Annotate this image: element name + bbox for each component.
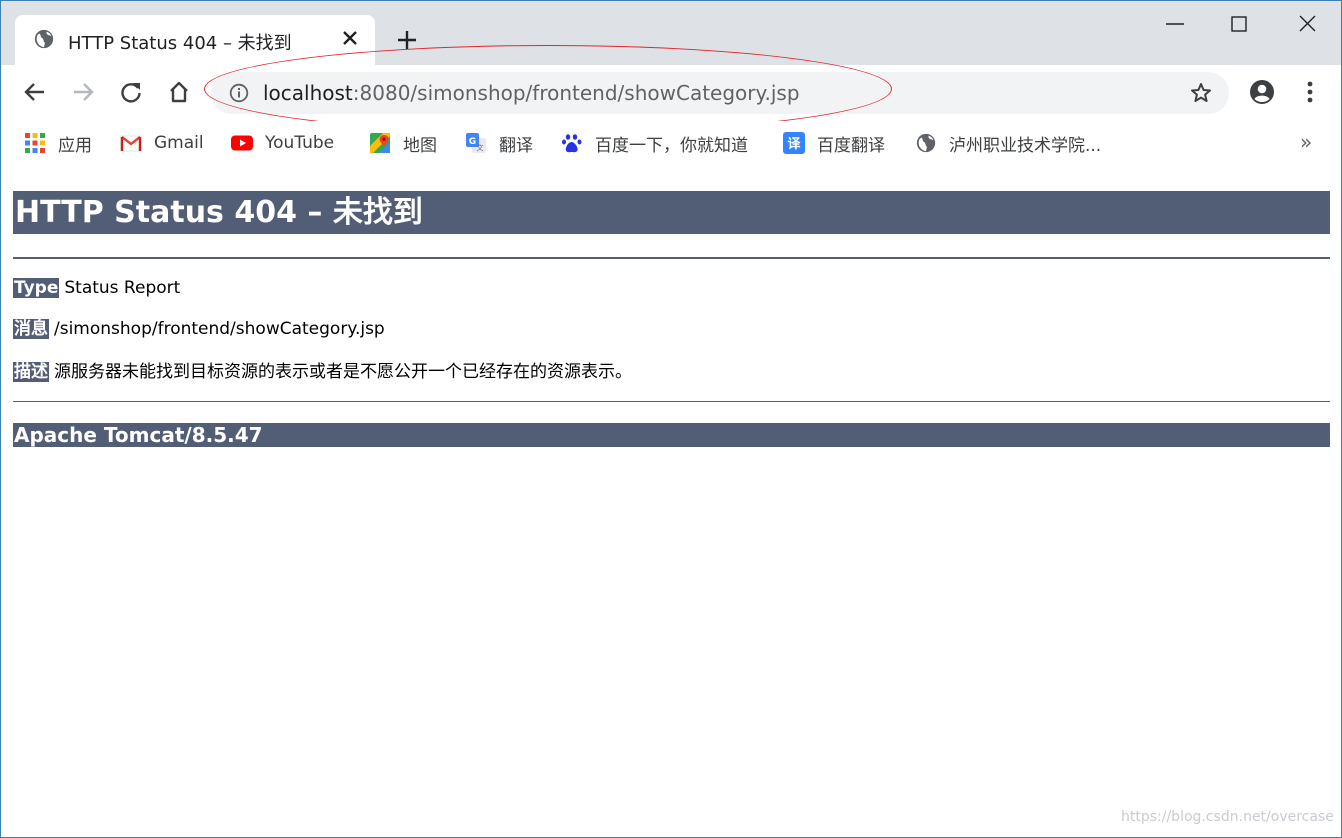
- error-heading: HTTP Status 404 – 未找到: [13, 191, 1330, 234]
- svg-text:G: G: [469, 137, 476, 147]
- youtube-icon: [231, 135, 253, 151]
- globe-icon: [34, 29, 54, 49]
- back-arrow-icon[interactable]: [21, 78, 49, 106]
- message-label: 消息: [13, 319, 49, 339]
- url-host: localhost: [263, 81, 353, 105]
- close-icon[interactable]: [339, 27, 361, 49]
- svg-text:文: 文: [477, 143, 484, 152]
- info-icon[interactable]: [229, 83, 249, 103]
- bookmark-label: YouTube: [265, 133, 335, 153]
- divider-bottom: [13, 401, 1330, 402]
- globe-icon: [916, 133, 936, 153]
- type-value: Status Report: [64, 278, 181, 298]
- description-label: 描述: [13, 362, 49, 382]
- home-icon[interactable]: [165, 78, 193, 106]
- bookmark-label: 应用: [58, 135, 92, 156]
- toolbar: localhost:8080/simonshop/frontend/showCa…: [1, 65, 1341, 121]
- bookmark-label: 百度翻译: [817, 135, 885, 156]
- message-row: 消息/simonshop/frontend/showCategory.jsp: [13, 318, 385, 340]
- bookmark-label: 翻译: [499, 135, 533, 156]
- bookmark-school[interactable]: 泸州职业技术学院...: [915, 130, 1101, 156]
- svg-text:译: 译: [787, 137, 801, 152]
- translate-icon: G 文: [466, 133, 486, 153]
- server-footer: Apache Tomcat/8.5.47: [13, 423, 1330, 447]
- url-path: :8080/simonshop/frontend/showCategory.js…: [352, 81, 800, 105]
- bookmark-apps[interactable]: 应用: [24, 130, 92, 156]
- more-menu-icon[interactable]: [1297, 79, 1323, 105]
- url-text[interactable]: localhost:8080/simonshop/frontend/showCa…: [263, 81, 800, 105]
- tab-title: HTTP Status 404 – 未找到: [68, 33, 292, 54]
- description-row: 描述 源服务器未能找到目标资源的表示或者是不愿公开一个已经存在的资源表示。: [13, 361, 632, 383]
- bookmark-baidu[interactable]: 百度一下，你就知道: [561, 130, 748, 156]
- divider-top: [13, 257, 1330, 259]
- type-row: Type Status Report: [13, 277, 180, 299]
- tab-strip: HTTP Status 404 – 未找到: [1, 1, 1341, 65]
- baidu-translate-icon: 译: [783, 132, 805, 154]
- forward-arrow-icon[interactable]: [69, 78, 97, 106]
- bookmarks-overflow-button[interactable]: »: [1300, 130, 1312, 154]
- maps-icon: [370, 133, 390, 153]
- watermark: https://blog.csdn.net/overcase: [1121, 809, 1334, 825]
- bookmark-label: 地图: [403, 135, 437, 156]
- bookmark-baidu-translate[interactable]: 译 百度翻译: [783, 130, 885, 156]
- reload-icon[interactable]: [117, 78, 145, 106]
- baidu-paw-icon: [562, 134, 582, 153]
- bookmark-label: 百度一下，你就知道: [595, 135, 748, 156]
- bookmark-maps[interactable]: 地图: [369, 130, 437, 156]
- tab-active[interactable]: HTTP Status 404 – 未找到: [15, 15, 375, 65]
- bookmarks-bar: 应用 Gmail YouTube 地图 G 文 翻译 百度一下，你就知道 译 百…: [1, 121, 1341, 165]
- page-content: HTTP Status 404 – 未找到 Type Status Report …: [1, 165, 1341, 837]
- maximize-icon[interactable]: [1227, 11, 1253, 37]
- new-tab-plus-icon[interactable]: [394, 27, 420, 53]
- window-close-icon[interactable]: [1295, 11, 1321, 37]
- apps-grid-icon: [25, 133, 45, 153]
- message-value: /simonshop/frontend/showCategory.jsp: [54, 319, 385, 339]
- bookmark-translate[interactable]: G 文 翻译: [465, 130, 533, 156]
- gmail-icon: [120, 135, 142, 152]
- bookmark-youtube[interactable]: YouTube: [231, 130, 334, 156]
- address-bar[interactable]: localhost:8080/simonshop/frontend/showCa…: [211, 72, 1229, 114]
- browser-window: HTTP Status 404 – 未找到 localhost:8080/sim…: [0, 0, 1342, 838]
- type-label: Type: [13, 278, 60, 298]
- minimize-icon[interactable]: [1161, 11, 1189, 39]
- bookmark-label: Gmail: [154, 133, 204, 153]
- bookmark-gmail[interactable]: Gmail: [120, 130, 204, 156]
- description-value: 源服务器未能找到目标资源的表示或者是不愿公开一个已经存在的资源表示。: [54, 362, 632, 382]
- account-icon[interactable]: [1248, 78, 1276, 106]
- bookmark-label: 泸州职业技术学院...: [949, 135, 1102, 156]
- bookmark-star-icon[interactable]: [1189, 81, 1213, 105]
